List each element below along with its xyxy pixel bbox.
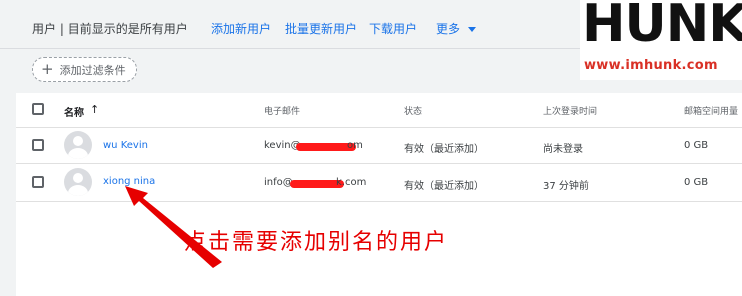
- annotation-text: 点击需要添加别名的用户: [184, 230, 449, 255]
